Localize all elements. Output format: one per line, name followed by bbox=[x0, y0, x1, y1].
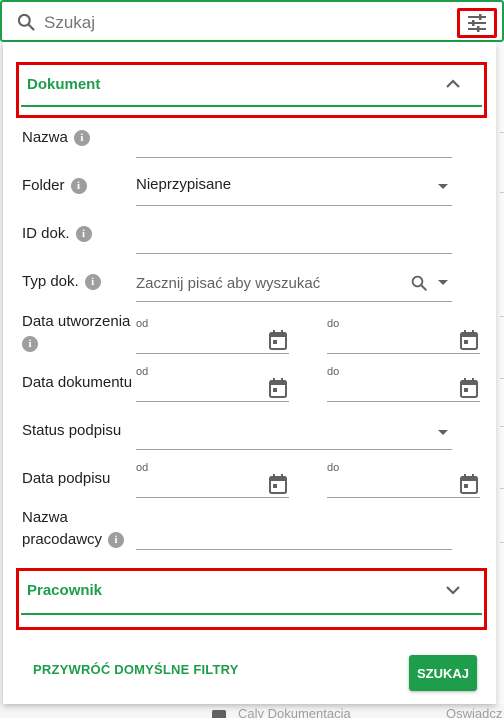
data-podpisu-do[interactable]: do bbox=[327, 462, 480, 498]
typ-dok-autocomplete[interactable]: Zacznij pisać aby wyszukać bbox=[136, 272, 452, 302]
typ-dok-placeholder: Zacznij pisać aby wyszukać bbox=[136, 275, 321, 292]
background-row-text2: Oswiadcz bbox=[446, 706, 503, 718]
search-bar bbox=[0, 0, 504, 42]
filter-panel: Dokument Nazwa i Folder i Nieprzypisane ID… bbox=[3, 42, 496, 704]
search-icon bbox=[17, 13, 35, 31]
section-dokument-title: Dokument bbox=[27, 76, 101, 93]
typ-dok-label: Typ dok. i bbox=[22, 271, 101, 293]
section-dokument-header[interactable]: Dokument bbox=[16, 62, 487, 118]
folder-label: Folder i bbox=[22, 175, 87, 197]
data-utworzenia-label: Data utworzenia i bbox=[22, 313, 131, 353]
info-icon[interactable]: i bbox=[73, 130, 90, 147]
reset-filters-button[interactable]: PRZYWRÓĆ DOMYŚLNE FILTRY bbox=[33, 662, 239, 677]
calendar-icon[interactable] bbox=[269, 378, 287, 398]
background-page-edge-right bbox=[498, 40, 504, 718]
data-utworzenia-od[interactable]: od bbox=[136, 318, 289, 354]
nazwa-field[interactable] bbox=[136, 132, 452, 157]
search-icon[interactable] bbox=[410, 274, 428, 292]
id-dok-input[interactable] bbox=[136, 228, 452, 254]
status-podpisu-label: Status podpisu bbox=[22, 422, 122, 439]
dropdown-arrow-icon[interactable] bbox=[438, 280, 448, 285]
folder-selected-value: Nieprzypisane bbox=[136, 176, 232, 193]
section-pracownik-title: Pracownik bbox=[27, 582, 103, 599]
info-icon[interactable]: i bbox=[108, 532, 125, 549]
data-podpisu-label: Data podpisu bbox=[22, 470, 111, 487]
id-dok-label: ID dok. i bbox=[22, 223, 92, 245]
id-dok-field[interactable] bbox=[136, 228, 452, 253]
calendar-icon[interactable] bbox=[460, 330, 478, 350]
dropdown-arrow-icon bbox=[438, 430, 448, 435]
background-row-text: Caly Dokumentacja bbox=[238, 706, 351, 718]
data-utworzenia-do[interactable]: do bbox=[327, 318, 480, 354]
calendar-icon[interactable] bbox=[269, 330, 287, 350]
calendar-icon[interactable] bbox=[460, 474, 478, 494]
data-dokumentu-do[interactable]: do bbox=[327, 366, 480, 402]
tune-icon bbox=[468, 14, 486, 32]
calendar-icon[interactable] bbox=[460, 378, 478, 398]
dropdown-arrow-icon bbox=[438, 184, 448, 189]
calendar-icon[interactable] bbox=[269, 474, 287, 494]
folder-select[interactable]: Nieprzypisane bbox=[136, 176, 452, 206]
nazwa-pracodawcy-input[interactable] bbox=[136, 524, 452, 550]
info-icon[interactable]: i bbox=[22, 336, 38, 353]
data-dokumentu-od[interactable]: od bbox=[136, 366, 289, 402]
filter-toggle-button[interactable] bbox=[457, 8, 497, 38]
search-input[interactable] bbox=[44, 11, 424, 35]
info-icon[interactable]: i bbox=[75, 226, 92, 243]
info-icon[interactable]: i bbox=[70, 178, 87, 195]
nazwa-label: Nazwa i bbox=[22, 127, 90, 149]
nazwa-pracodawcy-label: Nazwa pracodawcy i bbox=[22, 507, 125, 551]
status-podpisu-select[interactable] bbox=[136, 420, 452, 450]
chevron-up-icon[interactable] bbox=[444, 75, 462, 93]
search-button[interactable]: SZUKAJ bbox=[409, 655, 477, 691]
chevron-down-icon[interactable] bbox=[444, 581, 462, 599]
nazwa-pracodawcy-field[interactable] bbox=[136, 524, 452, 549]
background-table-row: Caly Dokumentacja Oswiadcz bbox=[0, 704, 504, 718]
document-icon bbox=[212, 710, 226, 718]
data-dokumentu-label: Data dokumentu bbox=[22, 374, 133, 391]
nazwa-input[interactable] bbox=[136, 132, 452, 158]
section-pracownik-header[interactable]: Pracownik bbox=[16, 568, 487, 630]
info-icon[interactable]: i bbox=[84, 274, 101, 291]
data-podpisu-od[interactable]: od bbox=[136, 462, 289, 498]
